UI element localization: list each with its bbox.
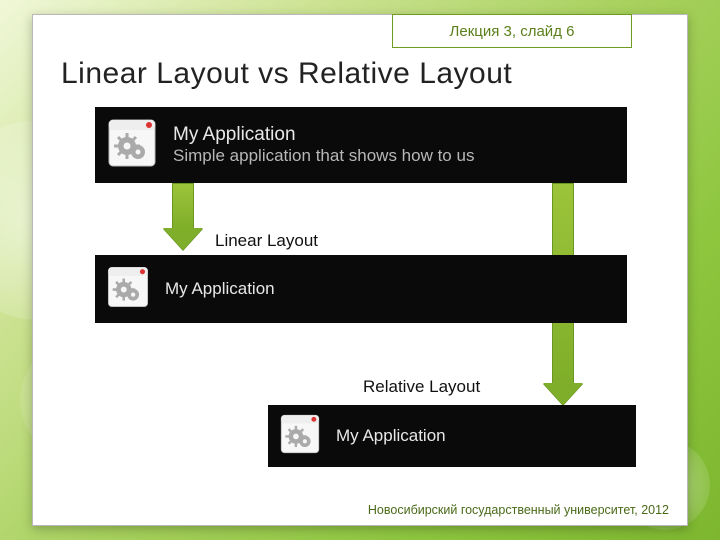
app-title: My Application — [165, 279, 275, 299]
demo-panel-relative: My Application — [268, 405, 636, 467]
app-title: My Application — [173, 124, 474, 146]
demo-panel-linear: My Application — [95, 255, 627, 323]
slide-footer: Новосибирский государственный университе… — [368, 503, 669, 517]
arrow-down-icon — [163, 183, 203, 250]
slide-header-text: Лекция 3, слайд 6 — [450, 23, 575, 40]
caption-linear: Linear Layout — [215, 231, 318, 251]
app-subtitle: Simple application that shows how to us — [173, 146, 474, 166]
slide-header-box: Лекция 3, слайд 6 — [392, 14, 632, 48]
panel-text-group: My Application — [165, 279, 275, 299]
caption-relative: Relative Layout — [363, 377, 480, 397]
app-gear-icon — [105, 116, 159, 175]
app-gear-icon — [278, 412, 322, 461]
slide-frame: Лекция 3, слайд 6 Linear Layout vs Relat… — [32, 14, 688, 526]
panel-text-group: My Application — [336, 426, 446, 446]
app-title: My Application — [336, 426, 446, 446]
slide-title: Linear Layout vs Relative Layout — [61, 57, 512, 91]
app-gear-icon — [105, 264, 151, 315]
demo-panel-large: My Application Simple application that s… — [95, 107, 627, 183]
panel-text-group: My Application Simple application that s… — [173, 124, 474, 166]
